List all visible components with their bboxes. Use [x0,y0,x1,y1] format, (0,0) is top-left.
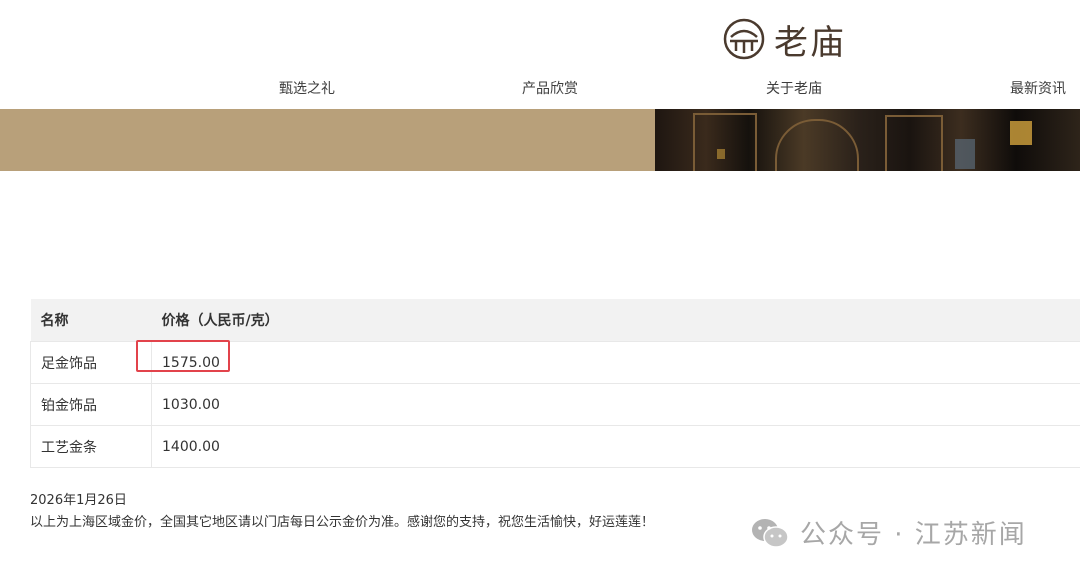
brand-name: 老庙 [774,22,846,63]
laomiao-logo-icon [723,18,765,60]
price-highlight-box [136,340,230,372]
column-header-name: 名称 [30,299,152,342]
watermark: 公众号 · 江苏新闻 [750,514,1027,551]
row-name-cell: 铂金饰品 [30,383,152,426]
row-price-cell: 1030.00 [151,383,1080,426]
nav-item-about[interactable]: 关于老庙 [766,78,822,98]
nav-item-gifts[interactable]: 甄选之礼 [279,78,335,98]
price-note: 以上为上海区域金价，全国其它地区请以门店每日公示金价为准。感谢您的支持，祝您生活… [30,515,655,530]
brand-logo[interactable]: 老庙 [722,16,846,63]
table-row: 铂金饰品 1030.00 [30,383,1080,426]
wechat-icon [752,518,789,548]
watermark-text: 公众号 · 江苏新闻 [800,520,1027,550]
table-row: 工艺金条 1400.00 [30,425,1080,468]
nav-item-products[interactable]: 产品欣赏 [522,78,578,98]
store-photo [655,109,1080,171]
table-header-row: 名称 价格（人民币/克） [30,299,1080,342]
gold-price-table: 名称 价格（人民币/克） 足金饰品 1575.00 铂金饰品 1030.00 工… [30,299,1080,468]
column-header-price: 价格（人民币/克） [151,299,1080,342]
main-nav: 甄选之礼 产品欣赏 关于老庙 最新资讯 [0,78,1080,98]
row-name-cell: 足金饰品 [30,341,152,384]
price-date: 2026年1月26日 [30,493,127,508]
nav-item-news[interactable]: 最新资讯 [1010,78,1066,98]
row-name-cell: 工艺金条 [30,425,152,468]
hero-banner [0,109,1080,171]
row-price-cell: 1575.00 [151,341,1080,384]
row-price-cell: 1400.00 [151,425,1080,468]
